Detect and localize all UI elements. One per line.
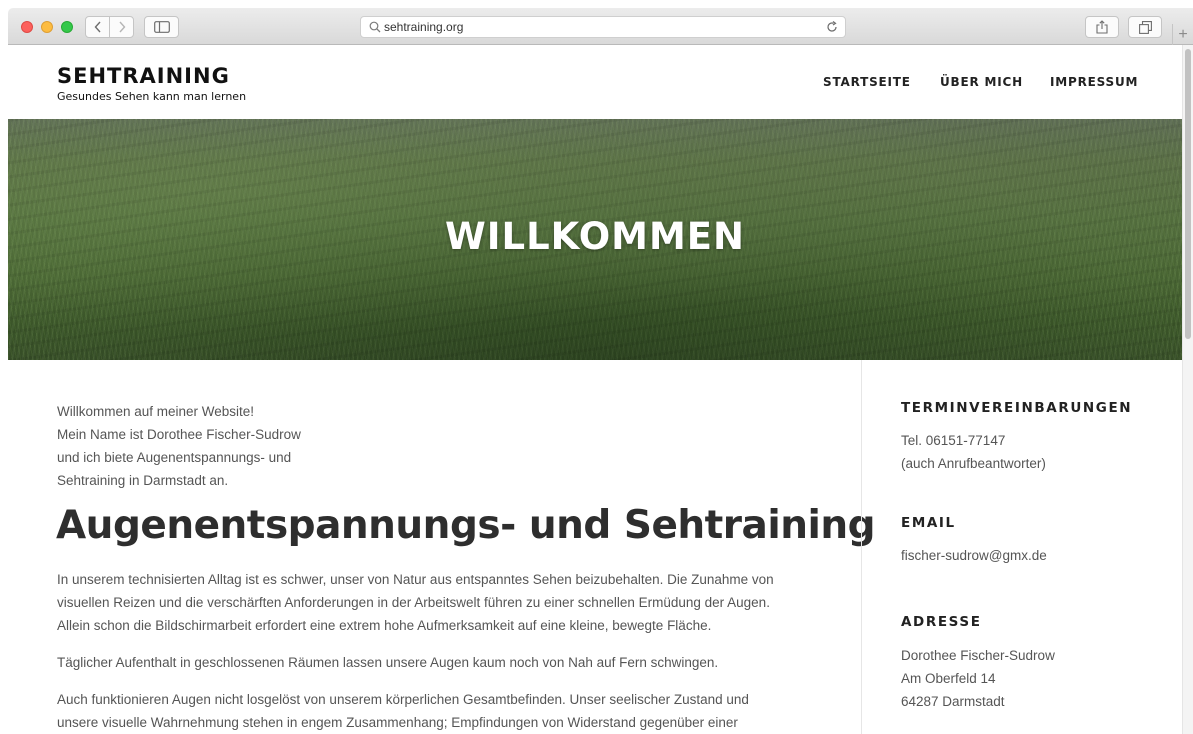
hero-banner: WILLKOMMEN — [8, 119, 1182, 360]
search-icon — [369, 21, 381, 33]
nav-ueber-mich[interactable]: ÜBER MICH — [940, 75, 1023, 89]
site-header: SEHTRAINING Gesundes Sehen kann man lern… — [8, 45, 1182, 119]
share-icon — [1096, 20, 1108, 34]
reload-icon[interactable] — [825, 20, 839, 34]
back-button[interactable] — [85, 16, 110, 38]
tabs-icon — [1138, 20, 1152, 34]
page-viewport: SEHTRAINING Gesundes Sehen kann man lern… — [8, 45, 1182, 734]
sidebar-toggle-button[interactable] — [144, 16, 179, 38]
paragraph-line: In unserem technisierten Alltag ist es s… — [57, 572, 774, 587]
paragraph-line: Auch funktionieren Augen nicht losgelöst… — [57, 692, 749, 707]
address-line: 64287 Darmstadt — [901, 694, 1005, 709]
widget-title-adresse: ADRESSE — [901, 614, 982, 630]
paragraph-line: visuellen Reizen und die verschärften An… — [57, 595, 770, 610]
site-title[interactable]: SEHTRAINING — [57, 64, 230, 88]
new-tab-button[interactable]: + — [1172, 24, 1193, 45]
share-button[interactable] — [1085, 16, 1119, 38]
paragraph-aufenthalt: Täglicher Aufenthalt in geschlossenen Rä… — [57, 655, 719, 670]
close-window-button[interactable] — [21, 21, 33, 33]
browser-toolbar: sehtraining.org + — [8, 8, 1193, 45]
paragraph-line: unsere visuelle Wahrnehmung stehen in en… — [57, 715, 738, 730]
scrollbar-thumb[interactable] — [1185, 49, 1191, 339]
page-scrollbar[interactable] — [1182, 45, 1193, 734]
intro-line: und ich biete Augenentspannungs- und — [57, 450, 292, 465]
tab-overview-button[interactable] — [1128, 16, 1162, 38]
widget-title-termin: TERMINVEREINBARUNGEN — [901, 400, 1133, 416]
phone-number[interactable]: Tel. 06151-77147 — [901, 429, 1046, 452]
sidebar-icon — [153, 21, 170, 33]
hero-title: WILLKOMMEN — [444, 215, 746, 258]
paragraph-alltag: In unserem technisierten Alltag ist es s… — [57, 568, 837, 637]
url-text: sehtraining.org — [384, 20, 464, 34]
intro-line: Sehtraining in Darmstadt an. — [57, 473, 229, 488]
intro-line: Mein Name ist Dorothee Fischer-Sudrow — [57, 427, 301, 442]
zoom-window-button[interactable] — [61, 21, 73, 33]
nav-startseite[interactable]: STARTSEITE — [823, 75, 911, 89]
paragraph-gesamtbefinden: Auch funktionieren Augen nicht losgelöst… — [57, 688, 837, 734]
main-content: Willkommen auf meiner Website! Mein Name… — [8, 360, 876, 734]
widget-adresse-text: Dorothee Fischer-Sudrow Am Oberfeld 14 6… — [901, 644, 1055, 713]
intro-text: Willkommen auf meiner Website! Mein Name… — [57, 400, 357, 492]
forward-button[interactable] — [109, 16, 134, 38]
nav-impressum[interactable]: IMPRESSUM — [1050, 75, 1138, 89]
widget-title-email: EMAIL — [901, 515, 956, 531]
minimize-window-button[interactable] — [41, 21, 53, 33]
site-tagline: Gesundes Sehen kann man lernen — [57, 90, 247, 103]
widget-termin-text: Tel. 06151-77147 (auch Anrufbeantworter) — [901, 429, 1046, 475]
sidebar: TERMINVEREINBARUNGEN Tel. 06151-77147 (a… — [861, 360, 1182, 734]
address-bar[interactable]: sehtraining.org — [360, 16, 846, 38]
chevron-right-icon — [118, 21, 125, 33]
address-line: Am Oberfeld 14 — [901, 671, 996, 686]
paragraph-line: Allein schon die Bildschirmarbeit erford… — [57, 618, 712, 633]
address-line: Dorothee Fischer-Sudrow — [901, 648, 1055, 663]
phone-note: (auch Anrufbeantworter) — [901, 456, 1046, 471]
email-address[interactable]: fischer-sudrow@gmx.de — [901, 544, 1047, 567]
chevron-left-icon — [94, 21, 101, 33]
intro-line: Willkommen auf meiner Website! — [57, 404, 255, 419]
page-heading: Augenentspannungs- und Sehtraining — [56, 503, 876, 548]
